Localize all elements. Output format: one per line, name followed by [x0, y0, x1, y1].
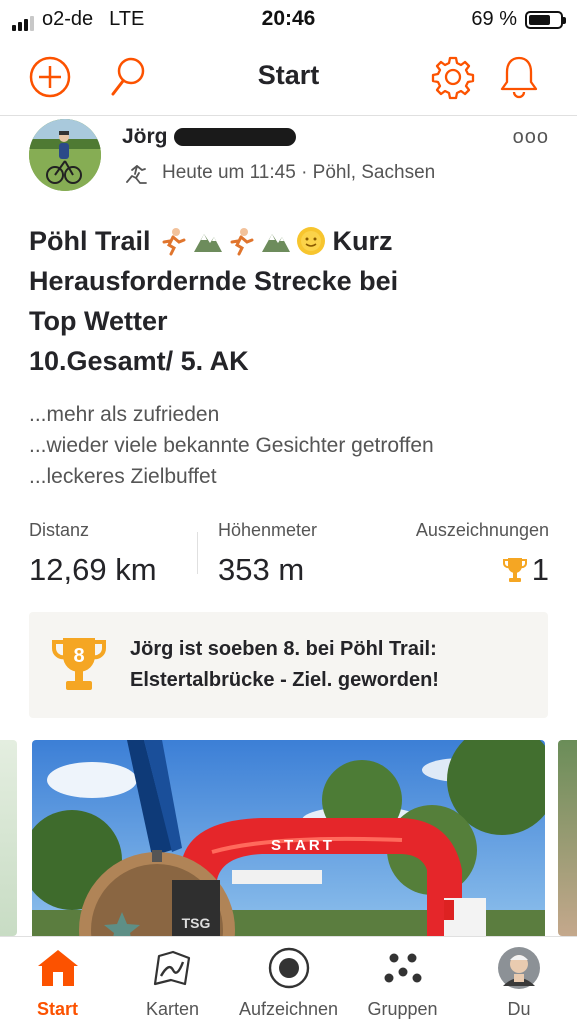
tab-du[interactable]: Du [461, 937, 577, 1024]
title-name: Pöhl Trail [29, 226, 151, 256]
title-line-3: Top Wetter [29, 306, 168, 336]
achievement-text: Jörg ist soeben 8. bei Pöhl Trail: Elste… [130, 634, 439, 696]
tab-label: Aufzeichnen [238, 999, 339, 1019]
elevation-value: 353 m [218, 552, 305, 587]
activity-description: ...mehr als zufrieden ...wieder viele be… [29, 399, 434, 492]
achievement-line-2: Elstertalbrücke - Ziel. geworden! [130, 669, 439, 691]
battery-percent: 69 % [471, 8, 517, 30]
tab-aufzeichnen[interactable]: Aufzeichnen [230, 937, 347, 1024]
trophy-rank-number: 8 [73, 645, 84, 667]
trophy-rank-icon: 8 [52, 638, 106, 690]
runner-emoji-icon [230, 228, 254, 256]
awards-label: Auszeichnungen [415, 520, 549, 540]
tab-label: Du [507, 999, 531, 1019]
tab-label: Gruppen [367, 999, 438, 1019]
photo-image: START TSG [32, 740, 545, 936]
activity-photo[interactable]: START TSG [32, 740, 545, 936]
medal-text: TSG [182, 915, 211, 931]
runner-emoji-icon [162, 228, 186, 256]
awards-value[interactable]: 1 [501, 552, 549, 588]
home-icon [37, 950, 78, 986]
tab-label: Karten [145, 999, 200, 1019]
distance-label: Distanz [29, 520, 90, 540]
map-thumbnail[interactable] [0, 740, 17, 936]
settings-icon [431, 56, 475, 100]
title-line-4: 10.Gesamt/ 5. AK [29, 346, 249, 376]
author-name-text: Jörg [122, 125, 168, 148]
page-title: Start [257, 60, 320, 90]
mountain-emoji-icon [193, 234, 222, 252]
run-icon [126, 165, 147, 184]
app-header: Start [0, 38, 577, 116]
title-line-1: Pöhl Trail Kurz [29, 221, 559, 261]
start-banner-text: START [271, 837, 335, 854]
activity-time-location: Heute um 11:45 · Pöhl, Sachsen [162, 162, 436, 183]
awards-count: 1 [531, 552, 549, 587]
status-bar: o2-de LTE 20:46 69 % [0, 0, 577, 38]
title-short: Kurz [332, 226, 393, 256]
sun-emoji-icon [296, 227, 325, 255]
author-name[interactable]: Jörg [122, 125, 296, 149]
tab-gruppen[interactable]: Gruppen [345, 937, 460, 1024]
trophy-icon [502, 558, 527, 582]
elevation-label: Höhenmeter [218, 520, 318, 540]
settings-button[interactable] [430, 54, 476, 100]
stat-divider [197, 532, 198, 574]
profile-avatar [498, 947, 540, 989]
achievement-line-1: Jörg ist soeben 8. bei Pöhl Trail: [130, 638, 437, 660]
activity-meta: Heute um 11:45 · Pöhl, Sachsen [124, 160, 435, 186]
redacted-surname [173, 128, 296, 146]
activity-stats: Distanz 12,69 km Höhenmeter 353 m Auszei… [29, 516, 549, 596]
notifications-button[interactable] [496, 54, 542, 100]
avatar-photo [29, 119, 101, 191]
bottom-tab-bar: Start Karten Aufzeichnen Gruppen Du [0, 936, 577, 1024]
tab-label: Start [36, 999, 78, 1019]
status-right: 69 % [471, 8, 566, 31]
activity-title[interactable]: Pöhl Trail Kurz Herausfordernde Strecke … [29, 221, 559, 381]
next-photo-thumbnail[interactable] [558, 740, 577, 936]
achievement-card[interactable]: 8 Jörg ist soeben 8. bei Pöhl Trail: Els… [29, 612, 548, 718]
description-line: ...leckeres Zielbuffet [29, 465, 217, 488]
more-options-button[interactable]: ooo [513, 126, 549, 149]
description-line: ...wieder viele bekannte Gesichter getro… [29, 434, 434, 457]
tab-start[interactable]: Start [0, 937, 115, 1024]
title-line-2: Herausfordernde Strecke bei [29, 266, 399, 296]
groups-icon [384, 953, 421, 983]
mountain-emoji-icon [261, 234, 290, 252]
map-icon [153, 950, 190, 986]
title-emojis [159, 225, 327, 257]
notifications-icon [500, 56, 538, 99]
tab-karten[interactable]: Karten [115, 937, 230, 1024]
battery-icon [525, 10, 566, 29]
record-icon [268, 947, 309, 989]
distance-value: 12,69 km [29, 552, 157, 587]
author-avatar[interactable] [29, 119, 101, 191]
description-line: ...mehr als zufrieden [29, 403, 220, 426]
